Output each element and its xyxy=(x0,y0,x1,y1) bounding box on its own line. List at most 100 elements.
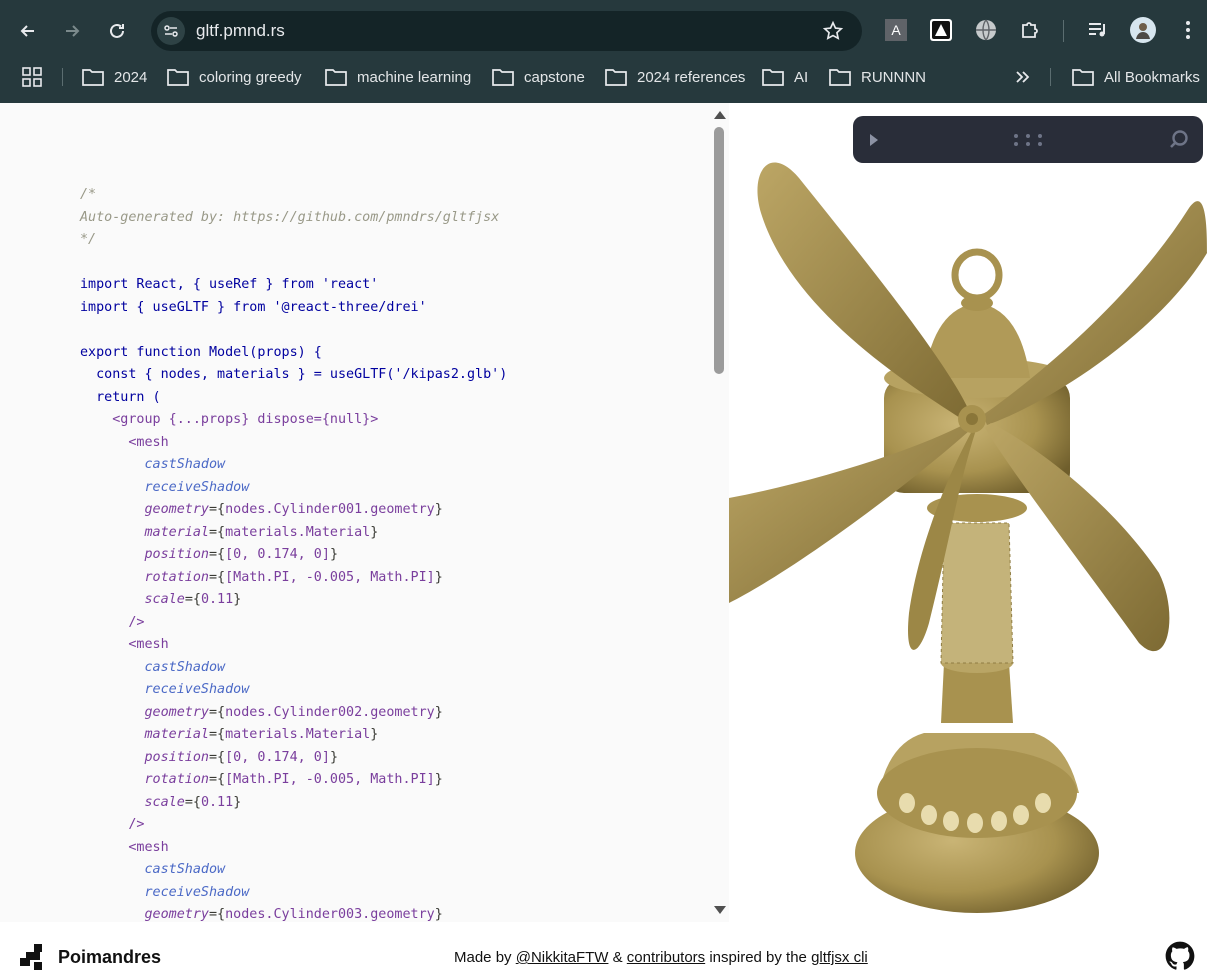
folder-icon xyxy=(605,69,627,86)
credits-text: Made by @NikkitaFTW & contributors inspi… xyxy=(454,949,868,966)
code-import-drei: import { useGLTF } from '@react-three/dr… xyxy=(80,299,427,315)
bookmark-folder-2024[interactable]: 2024 xyxy=(82,60,147,94)
globe-icon[interactable] xyxy=(974,18,998,42)
gltfjsx-cli-link[interactable]: gltfjsx cli xyxy=(811,949,868,966)
bookmark-divider xyxy=(62,68,63,86)
all-bookmarks-button[interactable]: All Bookmarks xyxy=(1072,60,1200,94)
bookmark-label: 2024 xyxy=(114,68,148,86)
code-geometry: nodes.Cylinder001.geometry xyxy=(225,502,435,517)
bookmark-star-icon[interactable] xyxy=(822,20,844,42)
extension-a-icon[interactable]: A xyxy=(884,18,908,42)
code-export: export function Model(props) { xyxy=(80,344,322,360)
extension-triangle-icon[interactable] xyxy=(929,18,953,42)
code-rotation: [Math.PI, -0.005, Math.PI] xyxy=(225,772,435,787)
chevron-double-right-icon[interactable] xyxy=(1015,70,1031,84)
media-queue-icon[interactable] xyxy=(1086,18,1110,42)
code-mesh-open: <mesh xyxy=(128,637,169,652)
fan-model-render[interactable] xyxy=(729,103,1207,922)
code-comment: */ xyxy=(80,232,97,247)
model-viewer[interactable] xyxy=(729,103,1207,922)
code-comment: /* xyxy=(80,187,97,202)
drag-handle-icon[interactable] xyxy=(1013,133,1043,147)
code-import-react: import React, { useRef } from 'react' xyxy=(80,277,379,292)
reload-button[interactable] xyxy=(100,14,134,48)
folder-icon xyxy=(829,69,851,86)
code-position: [0, 0.174, 0] xyxy=(225,547,330,562)
bookmark-label: 2024 references xyxy=(637,68,746,86)
code-cast-shadow: castShadow xyxy=(144,862,226,877)
code-receive-shadow: receiveShadow xyxy=(144,479,250,495)
url-text[interactable]: gltf.pmnd.rs xyxy=(196,21,285,41)
folder-icon xyxy=(167,69,189,86)
code-const: const { nodes, materials } = useGLTF('/k… xyxy=(96,367,508,382)
forward-button[interactable] xyxy=(55,14,89,48)
address-bar[interactable]: gltf.pmnd.rs xyxy=(151,11,862,51)
back-button[interactable] xyxy=(11,14,45,48)
folder-icon xyxy=(1072,69,1094,86)
poimandres-logo-icon xyxy=(20,944,42,970)
code-receive-shadow: receiveShadow xyxy=(144,682,250,697)
bookmark-label: AI xyxy=(794,68,809,86)
code-block: /* Auto-generated by: https://github.com… xyxy=(80,187,508,922)
bookmark-label: RUNNNN xyxy=(861,68,926,86)
menu-kebab-icon[interactable] xyxy=(1176,18,1200,42)
search-icon[interactable] xyxy=(1169,129,1189,149)
code-scale: 0.11 xyxy=(200,794,234,810)
bookmarks-bar: 2024 coloring greedy machine learning ca… xyxy=(0,60,1207,94)
panel-toggle-icon[interactable] xyxy=(870,134,878,146)
folder-icon xyxy=(492,69,514,86)
code-scrollbar[interactable] xyxy=(714,103,726,922)
arrow-left-icon xyxy=(20,25,34,37)
bookmark-divider xyxy=(1050,68,1051,86)
bookmark-folder-runnnn[interactable]: RUNNNN xyxy=(829,60,926,94)
folder-icon xyxy=(325,69,347,86)
code-geometry: nodes.Cylinder003.geometry xyxy=(225,907,435,922)
made-by-label: Made by xyxy=(454,949,512,966)
extensions-puzzle-icon[interactable] xyxy=(1019,18,1043,42)
code-material: materials.Material xyxy=(225,727,371,742)
bookmark-folder-ai[interactable]: AI xyxy=(762,60,808,94)
code-mesh-open: <mesh xyxy=(128,839,169,855)
page-footer: Poimandres Made by @NikkitaFTW & contrib… xyxy=(0,922,1207,977)
code-receive-shadow: receiveShadow xyxy=(144,884,250,900)
bookmark-label: coloring greedy xyxy=(199,68,302,86)
reload-icon xyxy=(110,23,124,38)
toolbar-divider xyxy=(1063,20,1064,42)
leva-controls-panel[interactable] xyxy=(853,116,1203,163)
all-bookmarks-label: All Bookmarks xyxy=(1104,68,1200,86)
code-group: <group {...props} dispose={null}> xyxy=(112,412,379,427)
scroll-down-arrow-icon[interactable] xyxy=(714,906,726,914)
github-icon[interactable] xyxy=(1165,941,1195,971)
brand-name[interactable]: Poimandres xyxy=(58,947,161,968)
code-material: materials.Material xyxy=(225,524,371,540)
bookmark-folder-capstone[interactable]: capstone xyxy=(492,60,585,94)
bookmark-folder-coloring-greedy[interactable]: coloring greedy xyxy=(167,60,302,94)
browser-toolbar: gltf.pmnd.rs A 2024 coloring greedy mach… xyxy=(0,0,1207,103)
code-editor[interactable]: /* Auto-generated by: https://github.com… xyxy=(0,103,729,922)
code-mesh-close: /> xyxy=(128,614,145,630)
folder-icon xyxy=(762,69,784,86)
code-rotation: [Math.PI, -0.005, Math.PI] xyxy=(225,569,435,585)
code-comment: Auto-generated by: https://github.com/pm… xyxy=(80,209,500,225)
scroll-up-arrow-icon[interactable] xyxy=(714,111,726,119)
bookmark-folder-machine-learning[interactable]: machine learning xyxy=(325,60,471,94)
bookmark-label: machine learning xyxy=(357,68,472,86)
ampersand: & xyxy=(612,949,623,966)
site-info-icon[interactable] xyxy=(157,17,185,45)
svg-text:A: A xyxy=(891,22,901,38)
code-geometry: nodes.Cylinder002.geometry xyxy=(225,704,435,720)
code-position: [0, 0.174, 0] xyxy=(225,749,330,765)
code-cast-shadow: castShadow xyxy=(144,659,226,675)
bookmark-folder-2024-references[interactable]: 2024 references xyxy=(605,60,745,94)
folder-icon xyxy=(82,69,104,86)
profile-avatar[interactable] xyxy=(1130,17,1156,43)
bookmark-label: capstone xyxy=(524,68,585,86)
code-scale: 0.11 xyxy=(200,592,234,607)
apps-grid-icon[interactable] xyxy=(22,67,42,87)
arrow-right-icon xyxy=(66,25,80,37)
contributors-link[interactable]: contributors xyxy=(627,949,705,966)
inspired-label: inspired by the xyxy=(709,949,807,966)
scroll-thumb[interactable] xyxy=(714,127,724,374)
author-link[interactable]: @NikkitaFTW xyxy=(516,949,609,966)
code-return: return ( xyxy=(96,389,161,405)
